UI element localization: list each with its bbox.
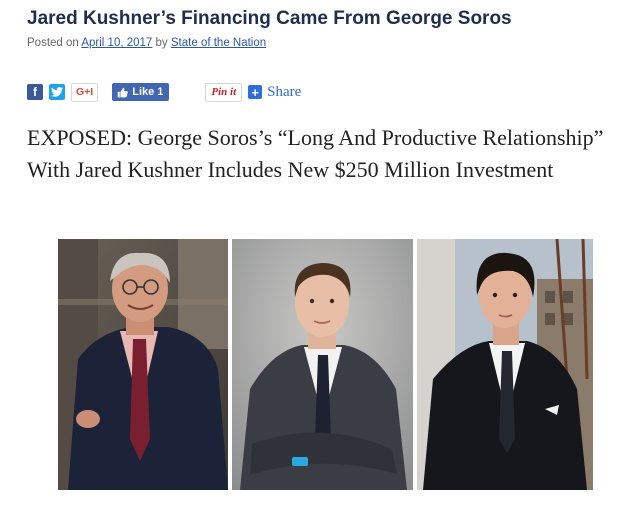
photo-jared-kushner [232, 239, 413, 490]
by-label: by [155, 37, 168, 49]
author-link[interactable]: State of the Nation [171, 37, 266, 49]
pinterest-pin-button[interactable]: Pin it [205, 82, 243, 102]
post-title[interactable]: Jared Kushner’s Financing Came From Geor… [27, 8, 512, 30]
photo-george-soros [58, 239, 228, 490]
share-plus-icon[interactable]: + [248, 84, 263, 100]
share-bar: f G+I Like 1 Pin it + Share [27, 82, 301, 102]
posted-on-label: Posted on [27, 37, 79, 49]
photo-collage [58, 239, 593, 490]
post-meta: Posted on April 10, 2017 by State of the… [27, 37, 266, 49]
share-link[interactable]: Share [267, 84, 301, 101]
facebook-glyph: f [33, 85, 37, 99]
plus-glyph: + [251, 84, 259, 100]
google-plus-label: G+I [76, 86, 94, 98]
pin-label: Pin it [211, 86, 237, 98]
facebook-icon[interactable]: f [27, 84, 43, 100]
article-headline: EXPOSED: George Soros’s “Long And Produc… [27, 125, 604, 182]
photo-joshua-kushner [417, 239, 593, 490]
google-plus-button[interactable]: G+I [71, 82, 99, 102]
post-date-link[interactable]: April 10, 2017 [81, 37, 152, 49]
like-label: Like 1 [132, 86, 164, 98]
facebook-like-button[interactable]: Like 1 [112, 83, 170, 101]
thumbs-up-icon [117, 87, 128, 97]
twitter-icon[interactable] [49, 84, 65, 100]
